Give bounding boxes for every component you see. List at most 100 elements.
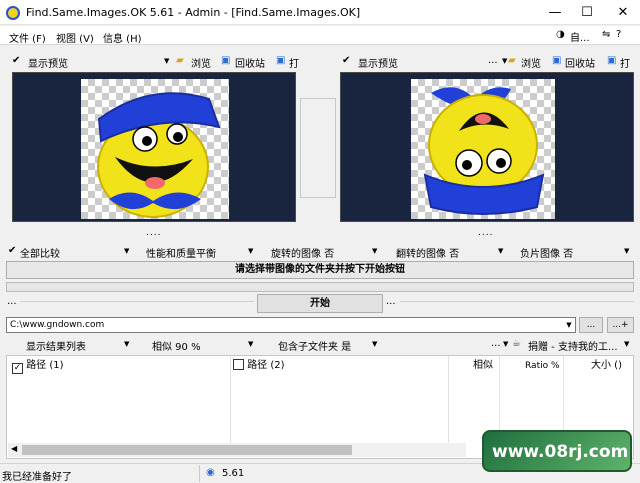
left-folder-icon[interactable]: ▰ (176, 55, 184, 66)
donate-dots[interactable]: ... (491, 338, 501, 349)
right-image-preview[interactable] (340, 72, 634, 222)
flipped-dropdown-icon[interactable]: ▼ (498, 247, 503, 255)
size-column-header[interactable]: 大小 () (591, 356, 622, 376)
negative-dropdown-icon[interactable]: ▼ (624, 247, 629, 255)
menu-file[interactable]: 文件 (F) (9, 30, 46, 45)
smiley-upside-image (423, 87, 545, 215)
right-separator (400, 301, 634, 302)
ratio-column-header[interactable]: Ratio % (525, 356, 560, 376)
right-open-button[interactable]: 打 (620, 55, 630, 70)
rotated-option[interactable]: 旋转的图像 否 (271, 245, 334, 260)
scrollbar-thumb[interactable] (22, 445, 352, 455)
right-side-dots[interactable]: ... (386, 296, 396, 307)
path1-header-label: 路径 (1) (26, 360, 64, 371)
right-folder-icon[interactable]: ▰ (508, 55, 516, 66)
user-menu[interactable]: 自... (570, 29, 590, 44)
compare-all-dropdown-icon[interactable]: ▼ (124, 247, 129, 255)
right-open-icon[interactable]: ▣ (607, 55, 616, 66)
path1-column-header[interactable]: ✓ 路径 (1) (12, 356, 64, 376)
watermark-logo: www.08rj.com (482, 430, 632, 472)
left-image-preview[interactable] (12, 72, 296, 222)
left-recycle-icon[interactable]: ▣ (221, 55, 230, 66)
path1-checkbox[interactable]: ✓ (12, 363, 23, 374)
left-separator (20, 301, 254, 302)
left-browse-button[interactable]: 浏览 (191, 55, 211, 70)
right-pane-dots: .... (478, 228, 494, 238)
right-image-canvas (411, 79, 555, 219)
title-bar: Find.Same.Images.OK 5.61 - Admin - [Find… (0, 0, 640, 25)
status-divider (199, 465, 200, 482)
similarity-dropdown-icon[interactable]: ▼ (248, 340, 253, 348)
similar-column-header[interactable]: 相似 (473, 356, 493, 376)
negative-option[interactable]: 负片图像 否 (520, 245, 573, 260)
result-options-row: 显示结果列表 ▼ 相似 90 % ▼ 包含子文件夹 是 ▼ ... ▼ ☕ 捐赠… (0, 336, 640, 354)
coffee-icon[interactable]: ☕ (512, 338, 521, 349)
help-icon[interactable]: ⇋ (602, 29, 610, 40)
progress-bar (6, 282, 634, 292)
donate-dropdown-icon[interactable]: ▼ (503, 340, 508, 348)
right-preview-dropdown-icon[interactable]: ▼ (502, 57, 507, 65)
close-button[interactable]: ✕ (606, 0, 640, 25)
add-folder-button[interactable]: ...+ (607, 317, 634, 333)
pane-divider[interactable] (297, 52, 339, 227)
folder-path-input[interactable] (6, 317, 576, 333)
path2-checkbox[interactable] (233, 359, 244, 370)
compare-options-row: ✔ 全部比较 ▼ 性能和质量平衡 ▼ 旋转的图像 否 ▼ 翻转的图像 否 ▼ 负… (0, 243, 640, 260)
version-text: 5.61 (222, 468, 245, 479)
right-preview-check-icon[interactable]: ✔ (342, 55, 350, 66)
compare-all-check-icon[interactable]: ✔ (8, 245, 16, 256)
path-dropdown-icon[interactable]: ▼ (563, 318, 575, 332)
minimize-button[interactable]: — (538, 0, 572, 25)
performance-option[interactable]: 性能和质量平衡 (146, 245, 216, 260)
start-row: ... 开始 ... (0, 294, 640, 314)
column-divider (448, 356, 449, 444)
maximize-button[interactable]: ☐ (570, 0, 604, 25)
scroll-left-icon[interactable]: ◀ (11, 444, 17, 453)
watermark-text: www.08rj.com (492, 442, 629, 462)
right-recycle-icon[interactable]: ▣ (552, 55, 561, 66)
subfolders-option[interactable]: 包含子文件夹 是 (278, 338, 351, 353)
right-more-dots[interactable]: ... (488, 55, 498, 66)
path2-header-label: 路径 (2) (247, 360, 285, 371)
compare-all-option[interactable]: 全部比较 (20, 245, 60, 260)
show-results-option[interactable]: 显示结果列表 (26, 338, 86, 353)
left-side-dots[interactable]: ... (7, 296, 17, 307)
version-icon: ◉ (206, 467, 215, 478)
right-recycle-button[interactable]: 回收站 (565, 55, 595, 70)
menu-bar: 文件 (F) 视图 (V) 信息 (H) ◑ 自... ⇋ ? (0, 26, 640, 45)
column-divider (230, 356, 231, 444)
right-browse-button[interactable]: 浏览 (521, 55, 541, 70)
menu-view[interactable]: 视图 (V) (56, 30, 94, 45)
left-pane-dots: .... (146, 228, 162, 238)
right-pane-toolbar: ✔ 显示预览 ... ▼ ▰ 浏览 ▣ 回收站 ▣ 打 (340, 52, 634, 70)
left-recycle-button[interactable]: 回收站 (235, 55, 265, 70)
show-results-dropdown-icon[interactable]: ▼ (124, 340, 129, 348)
right-preview-label[interactable]: 显示预览 (358, 55, 398, 70)
window-title: Find.Same.Images.OK 5.61 - Admin - [Find… (26, 6, 361, 19)
similarity-option[interactable]: 相似 90 % (152, 338, 201, 353)
path2-column-header[interactable]: 路径 (2) (233, 356, 285, 376)
flipped-option[interactable]: 翻转的图像 否 (396, 245, 459, 260)
performance-dropdown-icon[interactable]: ▼ (248, 247, 253, 255)
left-image-canvas (81, 79, 229, 219)
left-open-icon[interactable]: ▣ (276, 55, 285, 66)
status-message: 请选择带图像的文件夹并按下开始按钮 (6, 261, 634, 279)
status-ready-text: 我已经准备好了 (2, 472, 72, 483)
app-icon (6, 6, 20, 20)
pane-divider-handle[interactable] (300, 98, 336, 198)
user-icon[interactable]: ◑ (556, 29, 565, 40)
menu-info[interactable]: 信息 (H) (103, 30, 142, 45)
left-preview-check-icon[interactable]: ✔ (12, 55, 20, 66)
subfolders-dropdown-icon[interactable]: ▼ (372, 340, 377, 348)
donate-option[interactable]: 捐赠 - 支持我的工... (528, 338, 618, 353)
donate-menu-dropdown-icon[interactable]: ▼ (624, 340, 629, 348)
help-menu[interactable]: ? (616, 29, 621, 40)
start-button[interactable]: 开始 (257, 294, 383, 313)
rotated-dropdown-icon[interactable]: ▼ (372, 247, 377, 255)
left-preview-label[interactable]: 显示预览 (28, 55, 68, 70)
smiley-hat-image (97, 92, 221, 218)
left-pane-toolbar: ✔ 显示预览 ▼ ▰ 浏览 ▣ 回收站 ▣ 打 (6, 52, 299, 70)
browse-folder-button[interactable]: ... (579, 317, 603, 333)
horizontal-scrollbar[interactable]: ◀ (8, 443, 466, 457)
left-preview-dropdown-icon[interactable]: ▼ (164, 57, 169, 65)
